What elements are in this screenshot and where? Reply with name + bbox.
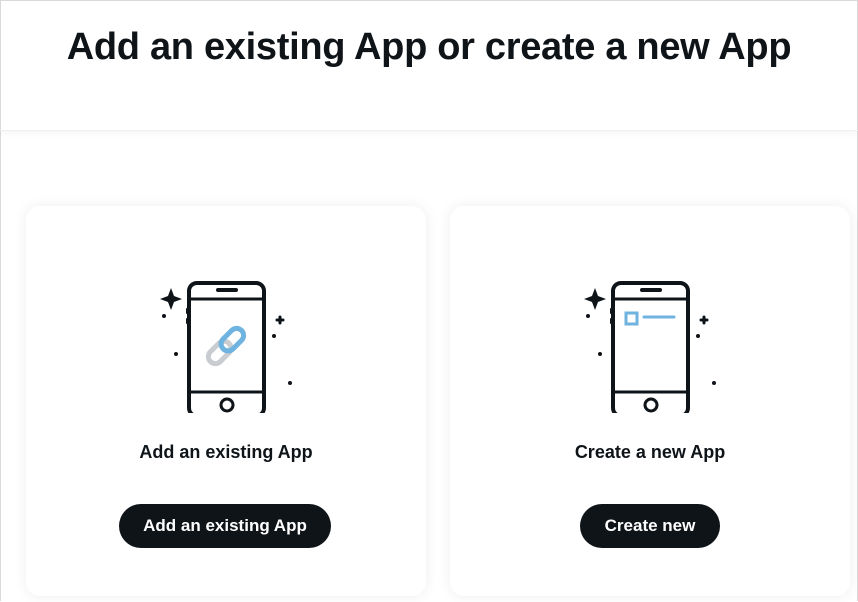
add-existing-app-card[interactable]: Add an existing App Add an existing App bbox=[26, 206, 426, 596]
phone-link-icon bbox=[160, 281, 292, 413]
add-existing-app-button[interactable]: Add an existing App bbox=[119, 504, 331, 548]
page-header: Add an existing App or create a new App bbox=[0, 0, 858, 131]
page-title: Add an existing App or create a new App bbox=[66, 26, 792, 68]
create-new-button[interactable]: Create new bbox=[580, 504, 720, 548]
add-existing-app-heading: Add an existing App bbox=[139, 442, 313, 462]
phone-new-app-icon bbox=[584, 281, 716, 413]
create-new-app-card[interactable]: Create a new App Create new bbox=[450, 206, 850, 596]
create-new-app-heading: Create a new App bbox=[574, 442, 726, 462]
